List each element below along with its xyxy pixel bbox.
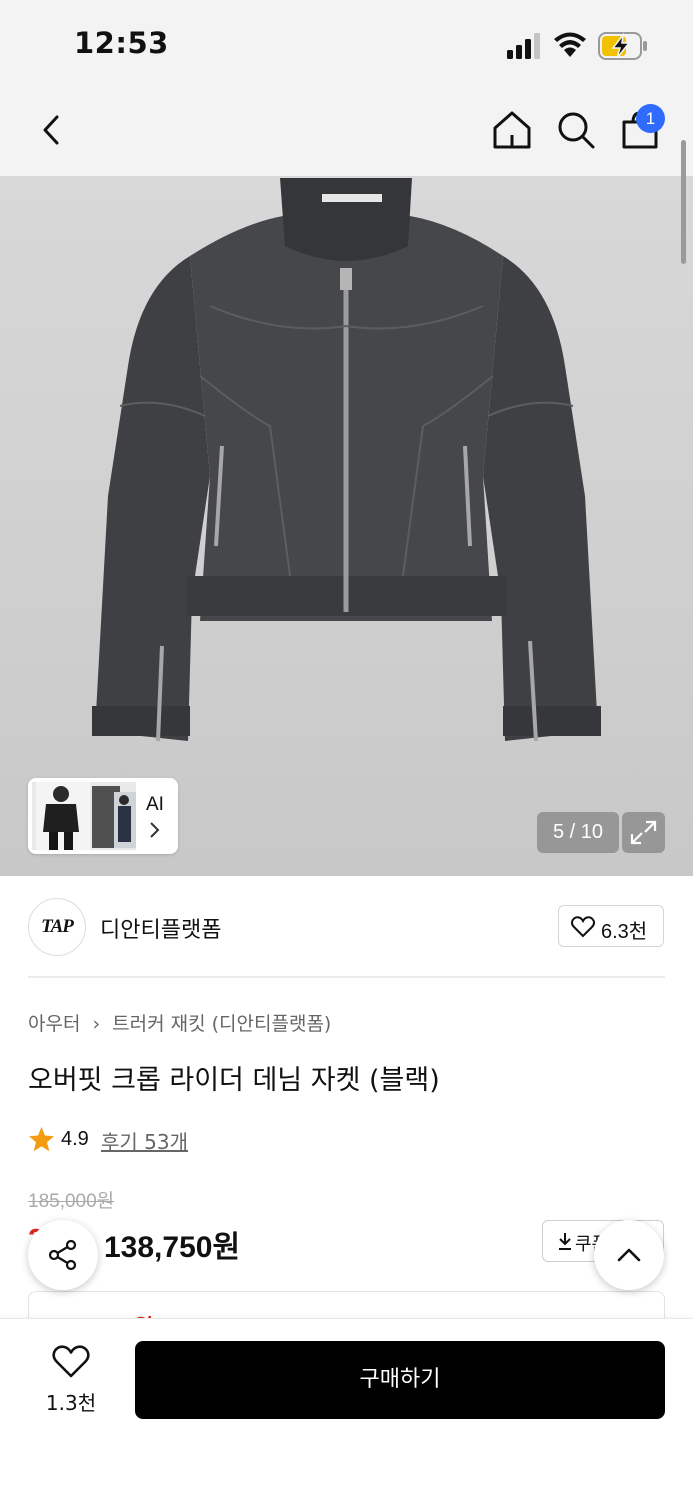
sale-price: 138,750원	[104, 1231, 241, 1264]
wishlist-button[interactable]: 1.3천	[28, 1341, 114, 1421]
heart-outline-icon	[52, 1345, 90, 1378]
ai-model-preview-image	[32, 782, 136, 850]
breadcrumb-chevron-icon: ›	[92, 1013, 101, 1035]
brand-row[interactable]: TAP 디안티플랫폼 6.3천	[28, 896, 665, 958]
wishlist-count: 1.3천	[45, 1391, 97, 1415]
denim-jacket-image	[92, 178, 601, 742]
breadcrumb: 아우터 › 트러커 재킷 (디안티플랫폼)	[28, 1009, 331, 1036]
chevron-up-icon	[617, 1248, 641, 1262]
star-icon	[29, 1127, 54, 1152]
brand-name[interactable]: 디안티플랫폼	[100, 912, 221, 944]
download-icon	[559, 1233, 571, 1250]
original-price: 185,000원	[28, 1191, 115, 1212]
share-button[interactable]	[28, 1220, 98, 1290]
status-bar: 12:53	[0, 0, 693, 90]
wifi-icon	[554, 32, 586, 57]
buy-button[interactable]: 구매하기	[135, 1341, 665, 1419]
ai-fitting-thumbnail[interactable]: AI	[28, 778, 178, 854]
bottom-action-bar: 1.3천 구매하기	[0, 1318, 693, 1500]
expand-image-button[interactable]	[622, 812, 665, 853]
scroll-to-top-button[interactable]	[594, 1220, 664, 1290]
share-icon	[48, 1239, 77, 1271]
status-time: 12:53	[74, 26, 169, 60]
battery-charging-icon	[598, 32, 647, 60]
search-icon[interactable]	[554, 108, 598, 152]
back-arrow-icon[interactable]	[30, 108, 74, 152]
page-scrollbar[interactable]	[681, 140, 686, 264]
section-divider	[28, 976, 665, 978]
top-navigation-bar	[0, 90, 693, 176]
expand-icon	[630, 820, 657, 845]
review-count-link[interactable]: 후기 53개	[101, 1126, 188, 1155]
heart-outline-icon	[571, 916, 595, 938]
home-icon[interactable]	[490, 108, 534, 152]
breadcrumb-category[interactable]: 아우터	[28, 1013, 80, 1035]
ai-label: AI	[146, 794, 164, 815]
brand-logo[interactable]: TAP	[28, 898, 86, 956]
product-title: 오버핏 크롭 라이더 데님 자켓 (블랙)	[28, 1065, 440, 1096]
chevron-right-icon	[150, 822, 160, 838]
image-page-indicator: 5 / 10	[537, 812, 619, 853]
product-image[interactable]	[0, 176, 693, 876]
brand-like-button[interactable]: 6.3천	[558, 905, 664, 947]
brand-like-count: 6.3천	[601, 921, 648, 943]
cellular-signal-icon	[507, 33, 540, 59]
rating-value: 4.9	[61, 1128, 89, 1150]
breadcrumb-subcategory[interactable]: 트러커 재킷 (디안티플랫폼)	[112, 1013, 331, 1035]
cart-count-badge: 1	[636, 104, 665, 133]
